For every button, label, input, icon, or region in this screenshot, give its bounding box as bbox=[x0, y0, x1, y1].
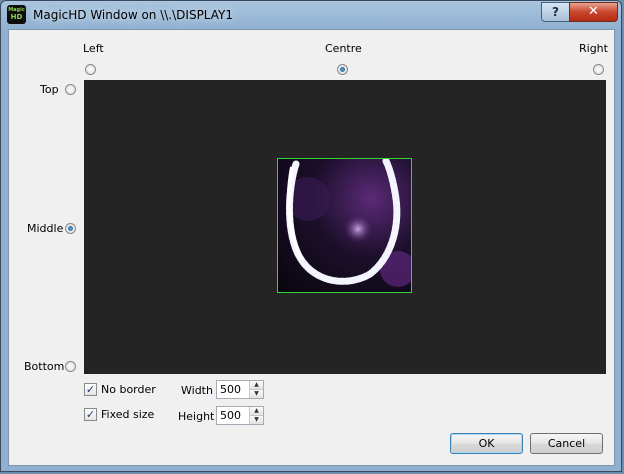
width-input[interactable] bbox=[217, 381, 252, 398]
fixed-size-label: Fixed size bbox=[101, 408, 155, 421]
cancel-button[interactable]: Cancel bbox=[530, 433, 603, 454]
dialog-client-area: Left Centre Right Top Middle Bottom ✓ No… bbox=[8, 29, 615, 466]
height-down-icon[interactable]: ▼ bbox=[250, 415, 263, 424]
radio-centre-label: Centre bbox=[325, 42, 362, 55]
radio-left[interactable] bbox=[85, 64, 96, 75]
radio-left-label: Left bbox=[83, 42, 104, 55]
video-frame-image bbox=[286, 159, 411, 287]
window-title: MagicHD Window on \\.\DISPLAY1 bbox=[33, 8, 234, 22]
height-up-icon[interactable]: ▲ bbox=[250, 407, 263, 415]
height-stepper[interactable]: ▲ ▼ bbox=[216, 406, 264, 425]
radio-middle[interactable] bbox=[65, 223, 76, 234]
height-stepper-arrows[interactable]: ▲ ▼ bbox=[249, 407, 263, 424]
height-label: Height bbox=[178, 410, 215, 423]
radio-right-label: Right bbox=[579, 42, 608, 55]
dialog-window: Magic HD MagicHD Window on \\.\DISPLAY1 … bbox=[0, 0, 622, 472]
width-up-icon[interactable]: ▲ bbox=[250, 381, 263, 389]
close-button[interactable]: ✕ bbox=[569, 2, 618, 22]
position-preview-area bbox=[84, 80, 606, 374]
magichd-app-icon: Magic HD bbox=[7, 5, 26, 24]
radio-bottom[interactable] bbox=[65, 361, 76, 372]
video-frame-preview[interactable] bbox=[277, 158, 412, 293]
radio-centre[interactable] bbox=[337, 64, 348, 75]
radio-bottom-label: Bottom bbox=[24, 360, 65, 373]
width-stepper-arrows[interactable]: ▲ ▼ bbox=[249, 381, 263, 398]
app-icon-bottom-text: HD bbox=[10, 13, 23, 21]
width-down-icon[interactable]: ▼ bbox=[250, 389, 263, 398]
radio-middle-label: Middle bbox=[27, 222, 64, 235]
ok-button[interactable]: OK bbox=[450, 433, 523, 454]
width-stepper[interactable]: ▲ ▼ bbox=[216, 380, 264, 399]
radio-top[interactable] bbox=[65, 84, 76, 95]
radio-right[interactable] bbox=[593, 64, 604, 75]
help-button[interactable]: ? bbox=[541, 2, 570, 22]
title-bar[interactable]: Magic HD MagicHD Window on \\.\DISPLAY1 … bbox=[1, 1, 621, 29]
no-border-label: No border bbox=[101, 383, 156, 396]
height-input[interactable] bbox=[217, 407, 252, 424]
width-label: Width bbox=[181, 384, 213, 397]
fixed-size-checkbox[interactable]: ✓ bbox=[84, 408, 97, 421]
radio-top-label: Top bbox=[40, 83, 59, 96]
no-border-checkbox[interactable]: ✓ bbox=[84, 383, 97, 396]
